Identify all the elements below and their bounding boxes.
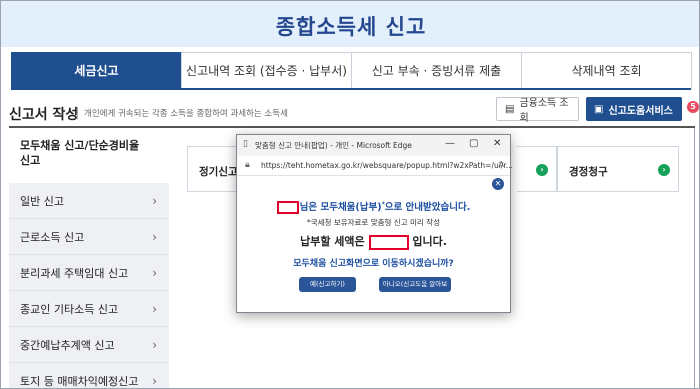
close-icon[interactable]: ✕ (492, 178, 504, 190)
no-learn-more-button[interactable]: 아니오(신고도움 알아보기) (379, 277, 451, 303)
menu-item-religious[interactable]: 종교인 기타소득 신고 › (9, 291, 169, 327)
section-divider (77, 107, 78, 119)
menu-item-label: 중간예납추계액 신고 (20, 338, 115, 352)
popup-titlebar[interactable]: ▯ 맞춤형 신고 안내(팝업) - 개인 - Microsoft Edge — … (237, 135, 510, 156)
section-description: 개인에게 귀속되는 각종 소득을 종합하여 과세하는 소득세 (84, 109, 288, 119)
redacted-amount (368, 234, 409, 250)
card-hidden[interactable]: › (517, 146, 557, 192)
popup-window: ▯ 맞춤형 신고 안내(팝업) - 개인 - Microsoft Edge — … (236, 134, 513, 313)
popup-url: https://teht.hometax.go.kr/websquare/pop… (261, 161, 513, 170)
page-icon: ▯ (243, 139, 248, 149)
chevron-right-icon: › (152, 193, 157, 208)
chevron-right-icon: › (152, 265, 157, 280)
tab-underline (11, 88, 691, 90)
main-tabs: 세금신고 신고내역 조회 (접수증 · 납부서) 신고 부속 · 증빙서류 제출… (11, 52, 692, 89)
financial-income-label: 금융소득 조회 (519, 98, 569, 124)
menu-item-prefilled[interactable]: 모두채움 신고/단순경비율 신고 (9, 128, 169, 183)
popup-address-bar[interactable]: 🔒︎ https://teht.hometax.go.kr/websquare/… (237, 156, 513, 176)
menu-item-label: 근로소득 신고 (20, 230, 85, 244)
card-correction-claim[interactable]: 경정청구 › (557, 146, 679, 192)
tab-filing-history[interactable]: 신고내역 조회 (접수증 · 납부서) (181, 52, 352, 89)
filing-help-label: 신고도움서비스 (608, 105, 673, 117)
menu-item-label: 일반 신고 (20, 194, 64, 208)
tax-amount-message: 납부할 세액은 입니다. (300, 234, 447, 250)
chevron-right-icon: › (152, 229, 157, 244)
menu-item-label: 종교인 기타소득 신고 (20, 302, 119, 316)
menu-item-general[interactable]: 일반 신고 › (9, 183, 169, 219)
menu-item-interim[interactable]: 중간예납추계액 신고 › (9, 327, 169, 363)
popup-window-title: 맞춤형 신고 안내(팝업) - 개인 - Microsoft Edge (255, 141, 412, 150)
card-label: 정기신고 (199, 166, 238, 178)
menu-item-label: 분리과세 주택임대 신고 (20, 266, 129, 280)
financial-income-button[interactable]: ▤ 금융소득 조회 (496, 97, 579, 124)
redacted-name (276, 201, 299, 214)
document-icon: ▤ (505, 103, 515, 115)
menu-item-earned-income[interactable]: 근로소득 신고 › (9, 219, 169, 255)
filing-help-button[interactable]: ▣ 신고도움서비스 (586, 97, 682, 121)
menu-item-rental[interactable]: 분리과세 주택임대 신고 › (9, 255, 169, 291)
menu-item-label: 토지 등 매매차익예정신고 (20, 374, 139, 388)
chevron-right-icon: › (152, 301, 157, 316)
read-aloud-icon[interactable]: A (499, 160, 504, 169)
guidance-message: 님은 모두채움(납부)*으로 안내받았습니다. (237, 199, 510, 214)
minimize-icon[interactable]: — (445, 138, 455, 149)
tab-tax-filing[interactable]: 세금신고 (11, 52, 182, 89)
yes-file-button[interactable]: 예(신고하기) (299, 277, 356, 292)
lock-icon: 🔒︎ (245, 160, 250, 170)
tab-attachments[interactable]: 신고 부속 · 증빙서류 제출 (351, 52, 522, 89)
menu-item-label: 모두채움 신고/단순경비율 신고 (20, 139, 140, 167)
page-header: 종합소득세 신고 (1, 1, 699, 47)
window-close-icon[interactable]: ✕ (493, 138, 501, 149)
confirm-question: 모두채움 신고화면으로 이동하시겠습니까? (293, 259, 454, 269)
chevron-right-icon: › (152, 337, 157, 352)
section-title: 신고서 작성 (9, 107, 79, 123)
menu-item-land[interactable]: 토지 등 매매차익예정신고 › (9, 363, 169, 388)
maximize-icon[interactable]: ▢ (469, 138, 478, 149)
chevron-right-icon: › (152, 373, 157, 388)
book-icon: ▣ (594, 103, 604, 115)
arrow-right-icon: › (658, 164, 670, 176)
card-label: 경정청구 (569, 166, 608, 178)
side-menu: 모두채움 신고/단순경비율 신고 일반 신고 › 근로소득 신고 › 분리과세 … (9, 128, 169, 388)
arrow-right-icon: › (536, 164, 548, 176)
guidance-note: *국세청 보유자료로 맞춤형 신고 미리 작성 (307, 218, 440, 227)
tab-deleted-history[interactable]: 삭제내역 조회 (521, 52, 692, 89)
help-count-badge: 5 (687, 101, 699, 113)
page-frame: 종합소득세 신고 세금신고 신고내역 조회 (접수증 · 납부서) 신고 부속 … (0, 0, 700, 389)
page-title: 종합소득세 신고 (275, 15, 427, 39)
